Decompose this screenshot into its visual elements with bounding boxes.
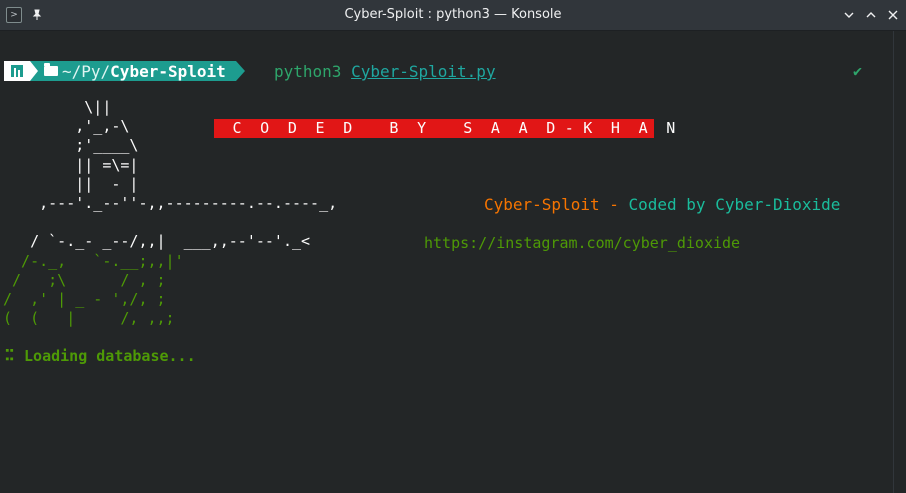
scrollbar[interactable] <box>893 31 906 493</box>
folder-open-icon <box>44 63 58 76</box>
close-icon <box>888 10 898 20</box>
chevron-up-icon <box>866 12 876 18</box>
prompt-path-current: Cyber-Sploit <box>110 61 226 81</box>
checkmark-icon: ✔ <box>853 62 863 80</box>
chevron-down-icon <box>844 12 854 18</box>
credit-tagline: Coded by Cyber-Dioxide <box>628 195 841 214</box>
loading-status: ⠭ Loading database... <box>4 347 196 365</box>
credit-name: Cyber-Sploit <box>484 195 600 214</box>
title-bar: > Cyber-Sploit : python3 — Konsole <box>0 0 906 31</box>
close-button[interactable] <box>884 6 902 24</box>
window-title: Cyber-Sploit : python3 — Konsole <box>344 7 562 22</box>
loading-text: Loading database... <box>15 347 196 365</box>
ascii-art-bottom: /-._, `-.__;,,|' / ;\ / , ; / ,' | _ - '… <box>3 251 184 328</box>
prompt-path-prefix: ~/Py/ <box>62 61 111 81</box>
minimize-button[interactable] <box>840 6 858 24</box>
terminal-icon <box>11 65 23 77</box>
coded-by-banner: C O D E D B Y S A A D - K H A N <box>214 119 676 138</box>
credit-dash: - <box>599 195 629 214</box>
command-name: python3 <box>274 62 342 81</box>
shell-prompt: ~/Py/Cyber-Sploit <box>4 61 245 81</box>
instagram-link[interactable]: https://instagram.com/cyber_dioxide <box>424 234 740 252</box>
command-line: python3 Cyber-Sploit.py <box>274 62 496 81</box>
credit-line: Cyber-Sploit - Coded by Cyber-Dioxide <box>484 195 840 214</box>
prompt-path-segment: ~/Py/Cyber-Sploit <box>30 61 245 81</box>
terminal-area[interactable]: ~/Py/Cyber-Sploit python3 Cyber-Sploit.p… <box>0 31 906 493</box>
prompt-os-segment <box>4 61 38 81</box>
command-argument[interactable]: Cyber-Sploit.py <box>351 62 496 81</box>
maximize-button[interactable] <box>862 6 880 24</box>
spinner-icon: ⠭ <box>4 347 15 365</box>
